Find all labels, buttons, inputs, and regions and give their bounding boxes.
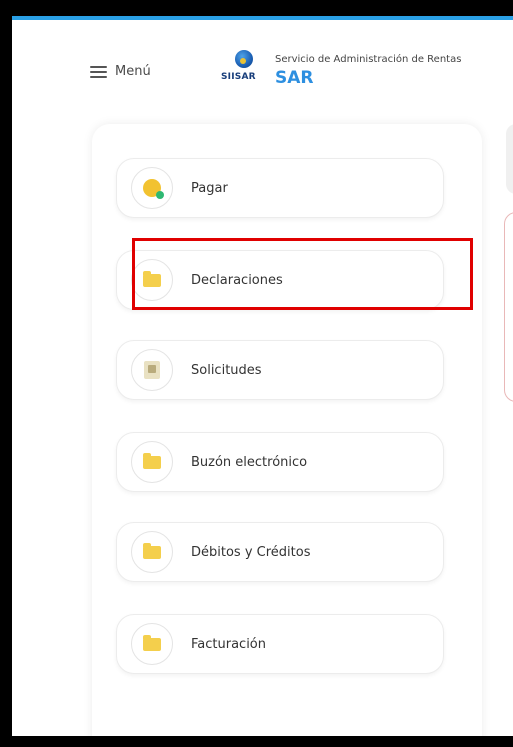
nav-item-label: Buzón electrónico bbox=[191, 454, 308, 470]
hamburger-icon bbox=[90, 65, 107, 78]
right-panel-edge bbox=[506, 124, 513, 194]
coin-icon bbox=[143, 179, 164, 199]
nav-item-label: Facturación bbox=[191, 636, 266, 652]
org-abbr: SAR bbox=[275, 68, 314, 88]
folder-icon bbox=[143, 452, 161, 469]
nav-icon-wrap bbox=[131, 623, 173, 665]
nav-item-solicitudes[interactable]: Solicitudes bbox=[116, 340, 444, 400]
sar-logo[interactable]: SIISAR bbox=[221, 50, 271, 94]
app-frame: Menú SIISAR Servicio de Administración d… bbox=[12, 16, 513, 736]
request-icon bbox=[144, 361, 160, 379]
nav-item-debitos-creditos[interactable]: Débitos y Créditos bbox=[116, 522, 444, 582]
header: Menú SIISAR Servicio de Administración d… bbox=[12, 20, 513, 100]
folder-icon bbox=[143, 542, 161, 559]
nav-icon-wrap bbox=[131, 441, 173, 483]
menu-panel: Pagar Declaraciones Solicitudes Buzón el… bbox=[92, 124, 482, 736]
nav-item-label: Solicitudes bbox=[191, 362, 262, 378]
org-name: Servicio de Administración de Rentas bbox=[275, 54, 462, 65]
nav-item-label: Débitos y Créditos bbox=[191, 544, 311, 560]
globe-icon bbox=[235, 50, 253, 68]
nav-item-declaraciones[interactable]: Declaraciones bbox=[116, 250, 444, 310]
nav-icon-wrap bbox=[131, 531, 173, 573]
folder-icon bbox=[143, 634, 161, 651]
logo-text: SIISAR bbox=[221, 72, 256, 82]
menu-label: Menú bbox=[115, 64, 151, 79]
right-alert-edge bbox=[504, 212, 513, 402]
nav-item-label: Declaraciones bbox=[191, 272, 283, 288]
nav-item-buzon[interactable]: Buzón electrónico bbox=[116, 432, 444, 492]
folder-icon bbox=[143, 270, 161, 287]
nav-item-facturacion[interactable]: Facturación bbox=[116, 614, 444, 674]
nav-icon-wrap bbox=[131, 167, 173, 209]
nav-icon-wrap bbox=[131, 259, 173, 301]
nav-icon-wrap bbox=[131, 349, 173, 391]
nav-item-label: Pagar bbox=[191, 180, 228, 196]
nav-item-pagar[interactable]: Pagar bbox=[116, 158, 444, 218]
menu-button[interactable]: Menú bbox=[90, 64, 151, 79]
